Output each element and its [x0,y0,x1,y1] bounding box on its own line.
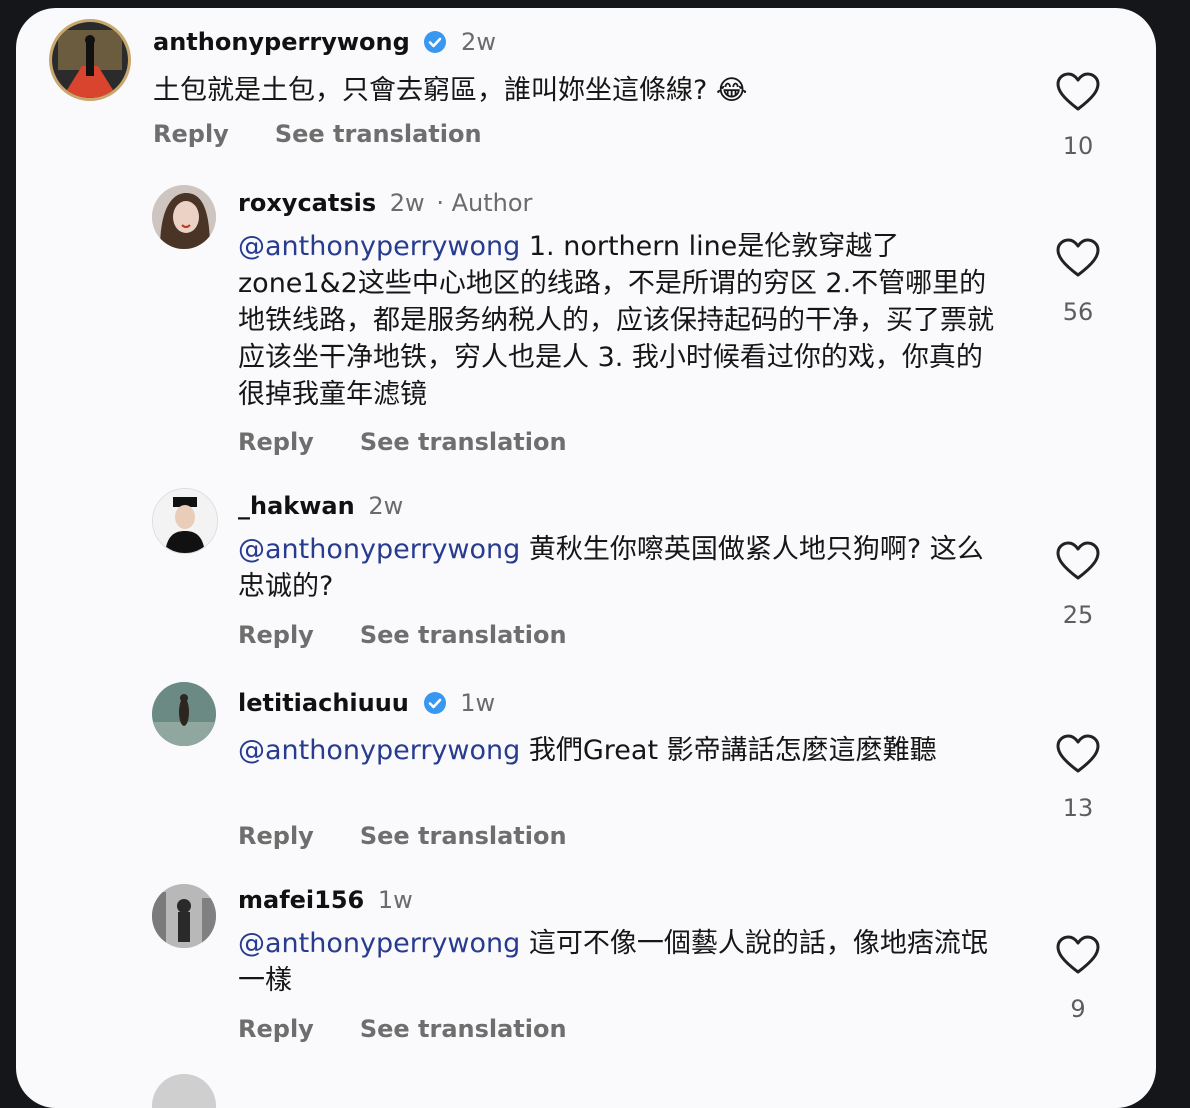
heart-outline-icon[interactable] [1056,935,1100,975]
comment-text: 土包就是土包，只會去窮區，誰叫妳坐這條線? 😂 [153,72,953,109]
heart-outline-icon[interactable] [1056,72,1100,112]
like-control: 56 [1048,238,1108,326]
comment-header: letitiachiuuu 1w [238,688,495,718]
mention-link[interactable]: @anthonyperrywong [238,928,520,959]
avatar-image [52,22,128,98]
avatar-image [152,185,216,249]
avatar[interactable] [152,884,216,948]
username[interactable]: anthonyperrywong [153,28,410,56]
like-control: 13 [1048,734,1108,822]
comment-text: @anthonyperrywong 我們Great 影帝講話怎麼這麼難聽 [238,732,1006,769]
comment-body: 土包就是土包，只會去窮區，誰叫妳坐這條線? 😂 [153,75,748,106]
timestamp: 2w [461,28,496,56]
like-count: 13 [1062,794,1094,822]
heart-outline-icon[interactable] [1056,238,1100,278]
see-translation-button[interactable]: See translation [360,1015,567,1043]
like-control: 9 [1048,935,1108,1023]
username[interactable]: roxycatsis [238,189,376,217]
username[interactable]: letitiachiuuu [238,689,409,717]
comment-header: mafei156 1w [238,885,413,915]
avatar[interactable] [152,488,218,554]
comment-text: @anthonyperrywong 黄秋生你嚓英国做紧人地只狗啊? 这么忠诚的? [238,531,988,605]
see-translation-button[interactable]: See translation [360,621,567,649]
username[interactable]: _hakwan [238,492,355,520]
heart-outline-icon[interactable] [1056,734,1100,774]
avatar-image [152,682,216,746]
timestamp: 1w [460,689,496,717]
avatar[interactable] [152,185,216,249]
reply-button[interactable]: Reply [238,822,314,850]
author-badge: · Author [436,189,533,217]
comment-body: 我們Great 影帝講話怎麼這麼難聽 [520,735,937,766]
avatar[interactable] [49,19,131,101]
mention-link[interactable]: @anthonyperrywong [238,534,520,565]
comment-header: anthonyperrywong 2w [153,27,496,57]
reply-button[interactable]: Reply [238,428,314,456]
comment-header: roxycatsis 2w · Author [238,188,532,218]
comments-panel: anthonyperrywong 2w 土包就是土包，只會去窮區，誰叫妳坐這條線… [16,8,1156,1108]
like-count: 25 [1062,601,1094,629]
see-translation-button[interactable]: See translation [275,120,482,148]
heart-outline-icon[interactable] [1056,541,1100,581]
comment-header: _hakwan 2w [238,491,403,521]
like-control: 10 [1048,72,1108,160]
like-count: 9 [1070,995,1086,1023]
like-count: 56 [1062,298,1094,326]
timestamp: 1w [377,886,413,914]
comment-text: @anthonyperrywong 1. northern line是伦敦穿越了… [238,228,1006,413]
reply-button[interactable]: Reply [238,1015,314,1043]
avatar-image [153,489,217,553]
comment-text: @anthonyperrywong 這可不像一個藝人說的話，像地痞流氓一樣 [238,925,1006,999]
comment-actions: Reply See translation [153,120,482,148]
username[interactable]: mafei156 [238,886,364,914]
avatar[interactable] [152,682,216,746]
avatar-image [152,884,216,948]
see-translation-button[interactable]: See translation [360,428,567,456]
timestamp: 2w [368,492,404,520]
verified-badge-icon [423,692,446,714]
mention-link[interactable]: @anthonyperrywong [238,231,520,262]
timestamp: 2w [389,189,425,217]
comment-actions: Reply See translation [238,1015,567,1043]
comment-actions: Reply See translation [238,822,567,850]
reply-button[interactable]: Reply [238,621,314,649]
comment-actions: Reply See translation [238,621,567,649]
see-translation-button[interactable]: See translation [360,822,567,850]
avatar[interactable] [152,1074,216,1108]
comment-actions: Reply See translation [238,428,567,456]
like-count: 10 [1062,132,1094,160]
like-control: 25 [1048,541,1108,629]
verified-badge-icon [424,31,447,53]
reply-button[interactable]: Reply [153,120,229,148]
mention-link[interactable]: @anthonyperrywong [238,735,520,766]
